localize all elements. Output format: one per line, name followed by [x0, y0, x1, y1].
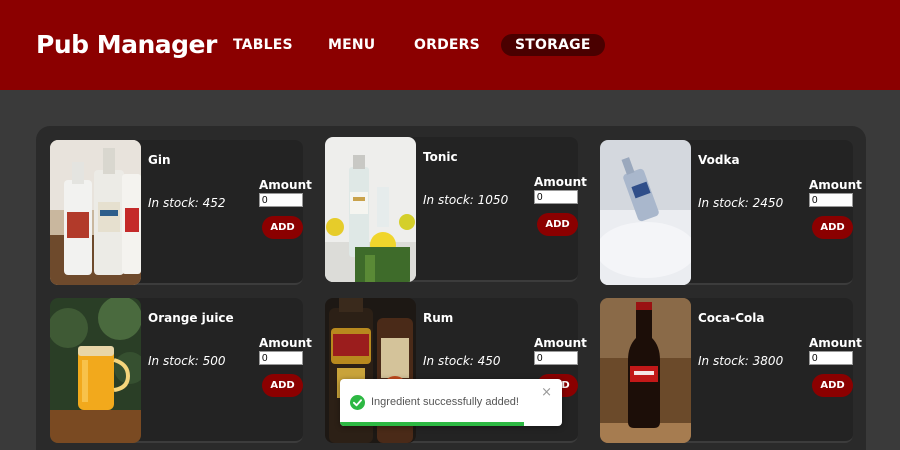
amount-input[interactable]: [809, 193, 853, 207]
nav-orders[interactable]: ORDERS: [414, 37, 480, 53]
nav-storage[interactable]: STORAGE: [501, 34, 605, 56]
toast-progress-bar: [340, 422, 525, 426]
add-button[interactable]: ADD: [812, 216, 853, 239]
close-icon[interactable]: ×: [541, 385, 552, 400]
item-card-vodka: Vodka In stock: 2450 Amount ADD: [600, 140, 862, 285]
item-stock: In stock: 500: [148, 354, 226, 368]
amount-label: Amount: [809, 336, 862, 350]
app-header: Pub Manager TABLES MENU ORDERS STORAGE: [0, 0, 900, 90]
gin-image: [50, 140, 141, 285]
item-name: Orange juice: [148, 311, 234, 325]
amount-input[interactable]: [259, 193, 303, 207]
item-stock: In stock: 1050: [423, 193, 509, 207]
amount-label: Amount: [259, 178, 312, 192]
item-name: Tonic: [423, 150, 458, 164]
item-stock: In stock: 3800: [698, 354, 784, 368]
item-card-orange-juice: Orange juice In stock: 500 Amount ADD: [50, 298, 312, 443]
nav-tables[interactable]: TABLES: [233, 37, 293, 53]
amount-label: Amount: [809, 178, 862, 192]
toast-message: Ingredient successfully added!: [371, 396, 519, 408]
amount-label: Amount: [534, 175, 587, 189]
nav-menu[interactable]: MENU: [328, 37, 375, 53]
item-card-tonic: Tonic In stock: 1050 Amount ADD: [325, 137, 587, 282]
add-button[interactable]: ADD: [262, 216, 303, 239]
item-name: Gin: [148, 153, 171, 167]
item-card-coca-cola: Coca-Cola In stock: 3800 Amount ADD: [600, 298, 862, 443]
item-stock: In stock: 450: [423, 354, 501, 368]
tonic-image: [325, 137, 416, 282]
amount-label: Amount: [534, 336, 587, 350]
add-button[interactable]: ADD: [262, 374, 303, 397]
item-name: Vodka: [698, 153, 740, 167]
item-name: Rum: [423, 311, 454, 325]
amount-label: Amount: [259, 336, 312, 350]
add-button[interactable]: ADD: [537, 213, 578, 236]
add-button[interactable]: ADD: [812, 374, 853, 397]
amount-input[interactable]: [534, 351, 578, 365]
item-name: Coca-Cola: [698, 311, 765, 325]
success-toast: Ingredient successfully added! ×: [340, 379, 562, 426]
item-card-gin: Gin In stock: 452 Amount ADD: [50, 140, 312, 285]
orange-juice-image: [50, 298, 141, 443]
amount-input[interactable]: [534, 190, 578, 204]
amount-input[interactable]: [259, 351, 303, 365]
amount-input[interactable]: [809, 351, 853, 365]
check-circle-icon: [350, 395, 365, 410]
item-stock: In stock: 452: [148, 196, 226, 210]
item-stock: In stock: 2450: [698, 196, 784, 210]
app-title: Pub Manager: [36, 30, 217, 59]
vodka-image: [600, 140, 691, 285]
coca-cola-image: [600, 298, 691, 443]
